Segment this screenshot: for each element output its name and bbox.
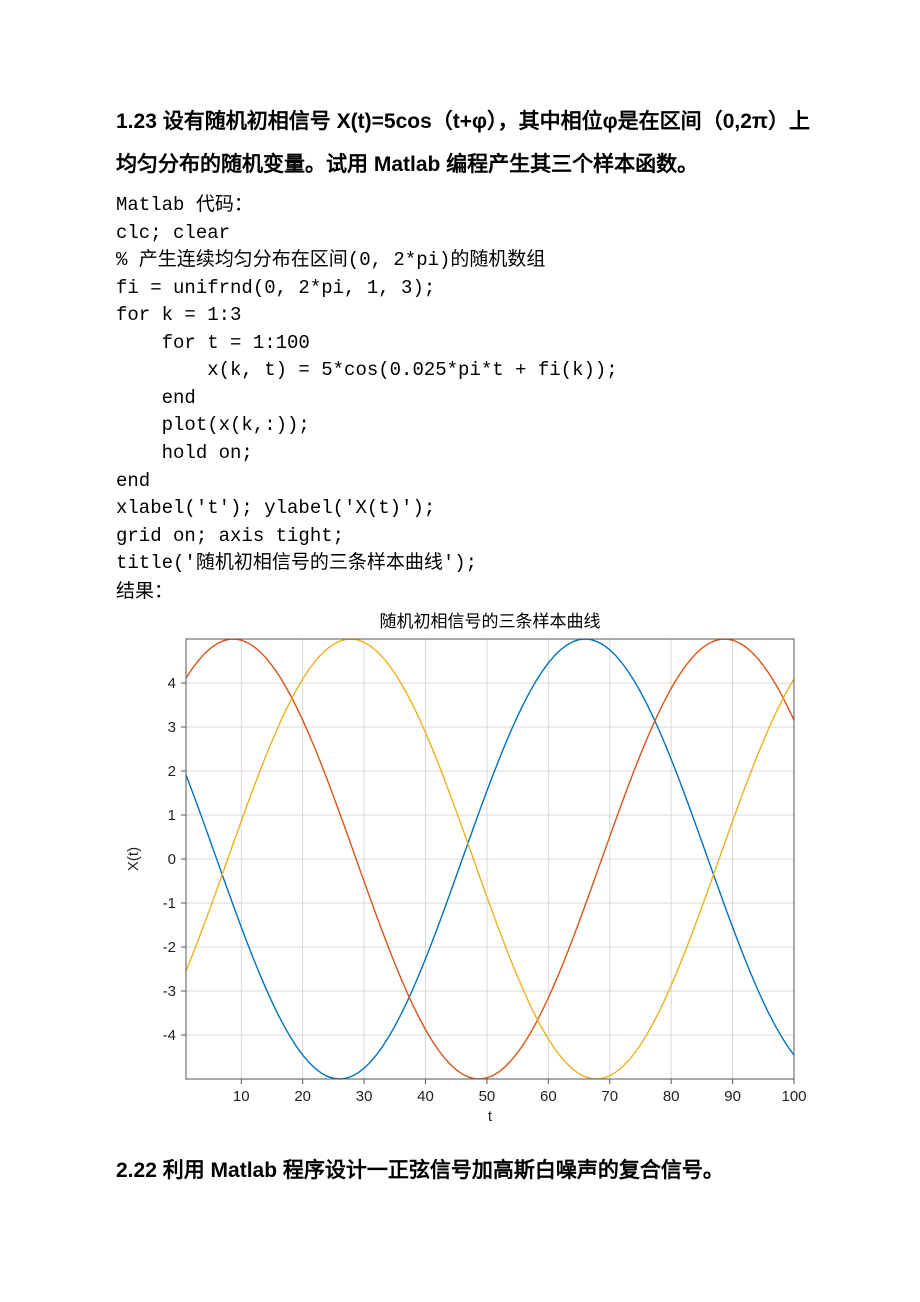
- result-label: 结果：: [116, 578, 810, 606]
- y-axis-label: X(t): [125, 847, 142, 871]
- x-tick-label: 70: [601, 1088, 618, 1105]
- x-tick-label: 80: [663, 1088, 680, 1105]
- y-tick-label: -1: [163, 895, 176, 912]
- y-tick-label: 4: [168, 675, 176, 692]
- y-tick-label: -3: [163, 983, 176, 1000]
- y-tick-label: 1: [168, 807, 176, 824]
- x-tick-label: 50: [479, 1088, 496, 1105]
- y-tick-label: 3: [168, 719, 176, 736]
- problem-2-heading: 2.22 利用 Matlab 程序设计一正弦信号加高斯白噪声的复合信号。: [116, 1149, 810, 1192]
- x-tick-label: 100: [781, 1088, 806, 1105]
- code-label: Matlab 代码：: [116, 192, 810, 220]
- matlab-code-block: clc; clear % 产生连续均匀分布在区间(0, 2*pi)的随机数组 f…: [116, 220, 810, 578]
- x-axis-label: t: [488, 1108, 493, 1125]
- chart-title: 随机初相信号的三条样本曲线: [380, 612, 601, 631]
- x-tick-label: 40: [417, 1088, 434, 1105]
- x-tick-label: 90: [724, 1088, 741, 1105]
- y-tick-label: -2: [163, 939, 176, 956]
- y-tick-label: -4: [163, 1027, 176, 1044]
- x-tick-label: 30: [356, 1088, 373, 1105]
- chart-figure: 随机初相信号的三条样本曲线102030405060708090100-4-3-2…: [116, 609, 806, 1129]
- x-tick-label: 20: [294, 1088, 311, 1105]
- x-tick-label: 60: [540, 1088, 557, 1105]
- problem-1-heading: 1.23 设有随机初相信号 X(t)=5cos（t+φ），其中相位φ是在区间（0…: [116, 100, 810, 186]
- y-tick-label: 0: [168, 851, 176, 868]
- y-tick-label: 2: [168, 763, 176, 780]
- x-tick-label: 10: [233, 1088, 250, 1105]
